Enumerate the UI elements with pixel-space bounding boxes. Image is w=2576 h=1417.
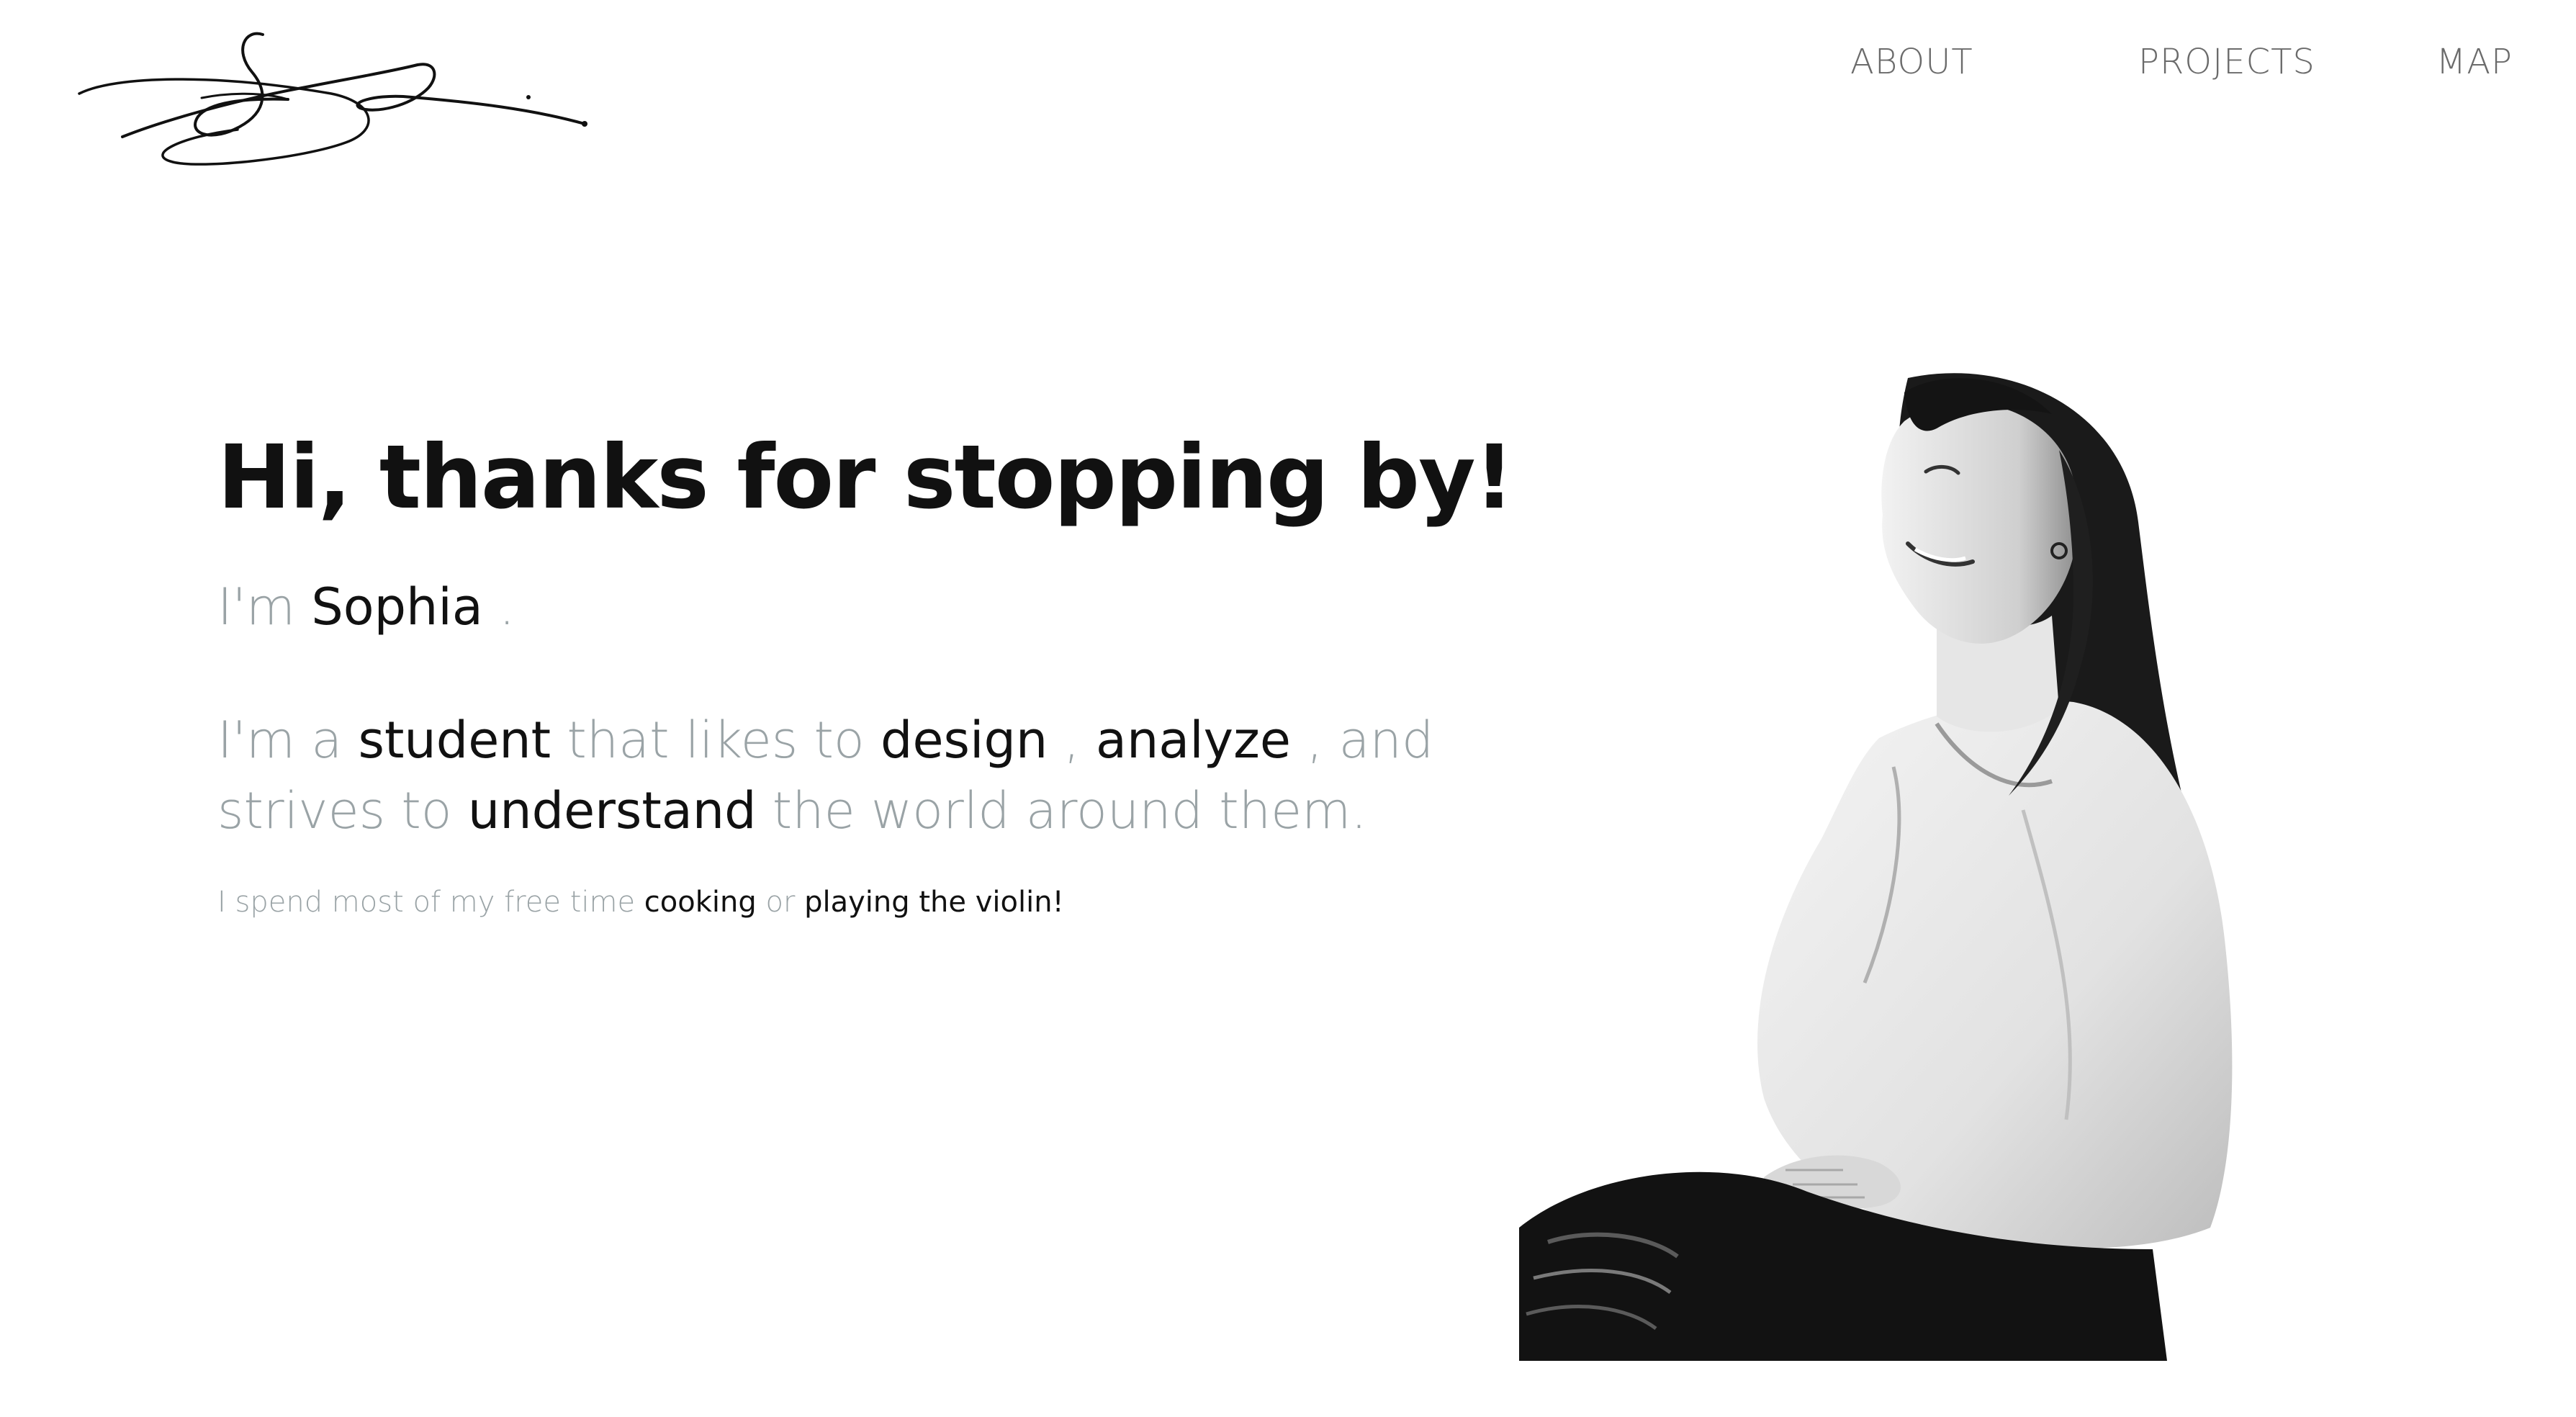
desc-part3: , (1063, 711, 1080, 770)
intro-suffix: . (499, 577, 515, 637)
hobby-connector: or (765, 886, 796, 919)
signature-icon (78, 32, 587, 166)
desc-verb-analyze: analyze (1096, 711, 1291, 770)
desc-verb-design: design (881, 711, 1048, 770)
nav-about-link[interactable]: ABOUT (1850, 42, 1973, 82)
portrait-icon (1519, 373, 2233, 1361)
desc-part1: I'm a (217, 711, 343, 770)
intro-text: I'm Sophia . (217, 575, 1549, 640)
hobby-prefix: I spend most of my free time (217, 886, 636, 919)
desc-part2: that likes to (567, 711, 865, 770)
desc-role: student (358, 711, 551, 770)
nav-map-link[interactable]: MAP (2436, 42, 2513, 82)
portrait-photo (1505, 364, 2246, 1361)
hero-section: Hi, thanks for stopping by! I'm Sophia .… (217, 425, 1549, 921)
hobby-violin: playing the violin! (804, 886, 1064, 919)
hobby-cooking: cooking (644, 886, 757, 919)
signature-logo[interactable] (72, 22, 605, 180)
intro-prefix: I'm (217, 577, 296, 637)
description-text: I'm a student that likes to design , ana… (217, 705, 1549, 846)
nav-projects-link[interactable]: PROJECTS (2138, 42, 2315, 82)
desc-part5: the world around them. (772, 781, 1367, 841)
intro-name: Sophia (311, 577, 483, 637)
hobby-text: I spend most of my free time cooking or … (217, 883, 1549, 921)
desc-verb-understand: understand (467, 781, 757, 841)
main-nav: ABOUT PROJECTS MAP (1728, 42, 2513, 85)
page-title: Hi, thanks for stopping by! (217, 426, 1514, 528)
